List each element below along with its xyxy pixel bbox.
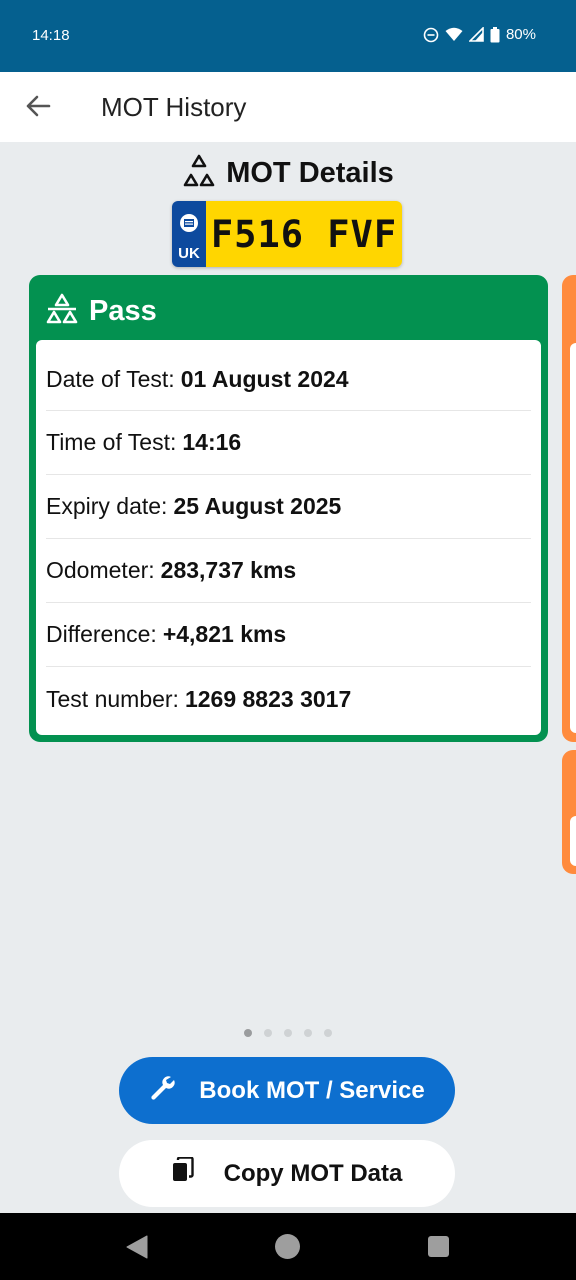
status-icons: 80% xyxy=(423,26,536,43)
detail-row-expiry: Expiry date: 25 August 2025 xyxy=(46,475,531,539)
page-dot[interactable] xyxy=(264,1029,272,1037)
copy-icon xyxy=(172,1156,194,1190)
nav-home-icon[interactable] xyxy=(275,1234,300,1259)
plate-country: UK xyxy=(178,245,200,262)
detail-label: Expiry date: xyxy=(46,493,168,519)
page-dot[interactable] xyxy=(324,1029,332,1037)
mot-triangles-icon xyxy=(182,154,216,193)
book-mot-service-button[interactable]: Book MOT / Service xyxy=(119,1057,455,1124)
book-button-label: Book MOT / Service xyxy=(199,1076,425,1104)
uk-badge-icon xyxy=(179,213,199,238)
do-not-disturb-icon xyxy=(423,27,439,43)
copy-mot-data-button[interactable]: Copy MOT Data xyxy=(119,1140,455,1207)
app-bar: MOT History xyxy=(0,72,576,142)
detail-value: +4,821 kms xyxy=(162,621,287,647)
arrow-left-icon xyxy=(25,95,51,122)
detail-label: Date of Test: xyxy=(46,365,175,392)
nav-back-icon[interactable] xyxy=(126,1235,148,1264)
card-details: Date of Test: 01 August 2024 Time of Tes… xyxy=(36,340,541,735)
mot-result-card[interactable]: Pass Date of Test: 01 August 2024 Time o… xyxy=(29,275,548,742)
plate-country-band: UK xyxy=(172,201,206,267)
detail-label: Test number: xyxy=(46,685,179,712)
card-header: Pass xyxy=(45,293,157,330)
detail-row-time: Time of Test: 14:16 xyxy=(46,411,531,475)
details-title: MOT Details xyxy=(226,157,394,189)
mot-details-header: MOT Details xyxy=(0,154,576,193)
detail-row-test-number: Test number: 1269 8823 3017 xyxy=(46,667,531,731)
wifi-icon xyxy=(445,27,463,42)
status-time: 14:18 xyxy=(32,27,70,44)
nav-recents-icon[interactable] xyxy=(428,1236,449,1257)
detail-value: 01 August 2024 xyxy=(180,365,349,392)
battery-percent: 80% xyxy=(505,26,536,43)
detail-label: Time of Test: xyxy=(46,429,177,455)
detail-value: 1269 8823 3017 xyxy=(184,685,352,712)
system-nav-bar xyxy=(0,1213,576,1280)
signal-icon xyxy=(468,27,484,42)
detail-label: Odometer: xyxy=(46,557,155,583)
page-dot[interactable] xyxy=(304,1029,312,1037)
next-mot-card[interactable] xyxy=(562,275,576,742)
next-mot-card[interactable] xyxy=(562,750,576,874)
wrench-icon xyxy=(149,1074,175,1107)
next-card-body xyxy=(570,343,576,733)
page-indicator xyxy=(0,1029,576,1037)
number-plate: UK F516 FVF xyxy=(172,201,402,267)
detail-value: 283,737 kms xyxy=(160,557,297,583)
detail-row-odometer: Odometer: 283,737 kms xyxy=(46,539,531,603)
battery-icon xyxy=(490,26,500,43)
page-dot[interactable] xyxy=(284,1029,292,1037)
page-dot[interactable] xyxy=(244,1029,252,1037)
detail-value: 14:16 xyxy=(182,429,242,455)
detail-row-date: Date of Test: 01 August 2024 xyxy=(46,340,531,411)
test-result: Pass xyxy=(89,295,157,327)
plate-number: F516 FVF xyxy=(206,201,402,267)
back-button[interactable] xyxy=(18,88,58,128)
copy-button-label: Copy MOT Data xyxy=(223,1159,403,1187)
detail-label: Difference: xyxy=(46,621,157,647)
page-title: MOT History xyxy=(101,92,247,122)
detail-value: 25 August 2025 xyxy=(173,493,342,519)
status-bar: 14:18 80% xyxy=(0,0,576,72)
mot-triangles-icon xyxy=(45,293,79,330)
detail-row-difference: Difference: +4,821 kms xyxy=(46,603,531,667)
next-card-body xyxy=(570,816,576,866)
